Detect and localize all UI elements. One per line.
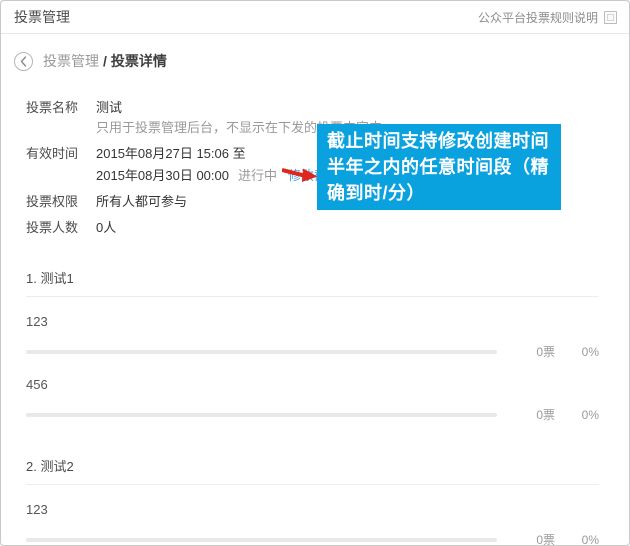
page-title: 投票管理: [14, 7, 70, 27]
option-name: 456: [26, 377, 599, 392]
breadcrumb: 投票管理/投票详情: [14, 51, 629, 71]
red-arrow-icon: [282, 166, 318, 183]
voter-count-label: 投票人数: [1, 218, 96, 238]
option-percent: 0%: [555, 533, 599, 546]
option-percent: 0%: [555, 408, 599, 422]
progress-bar: [26, 413, 497, 417]
breadcrumb-current: 投票详情: [111, 53, 167, 69]
vote-status: 进行中: [238, 168, 277, 183]
progress-bar: [26, 538, 497, 542]
option-percent: 0%: [555, 345, 599, 359]
vote-name-label: 投票名称: [1, 98, 96, 138]
vote-permission-value: 所有人都可参与: [96, 192, 187, 212]
valid-time-end: 2015年08月30日 00:00: [96, 168, 229, 183]
vote-permission-label: 投票权限: [1, 192, 96, 212]
option-item: 123 0票 0%: [26, 314, 599, 360]
form-row-voters: 投票人数 0人: [1, 218, 629, 238]
deadline-tooltip: 截止时间支持修改创建时间半年之内的任意时间段（精确到时/分）: [317, 124, 561, 210]
page-header: 投票管理 公众平台投票规则说明: [1, 1, 629, 34]
option-name: 123: [26, 314, 599, 329]
question-block: 1. 测试1 123 0票 0% 456 0票 0%: [26, 268, 599, 423]
vote-questions: 1. 测试1 123 0票 0% 456 0票 0% 2. 测试2: [26, 268, 599, 546]
option-votes: 0票: [497, 406, 555, 423]
valid-time-label: 有效时间: [1, 144, 96, 186]
external-doc-icon: [604, 11, 617, 24]
progress-bar: [26, 350, 497, 354]
chevron-left-icon: [20, 56, 27, 67]
voter-count-value: 0人: [96, 218, 116, 238]
back-button[interactable]: [14, 52, 33, 71]
question-title: 2. 测试2: [26, 456, 599, 485]
option-item: 456 0票 0%: [26, 377, 599, 423]
option-item: 123 0票 0%: [26, 502, 599, 546]
vote-detail-page: 投票管理 公众平台投票规则说明 投票管理/投票详情 投票名称 测试 只用于投票管…: [0, 0, 630, 546]
breadcrumb-parent-link[interactable]: 投票管理: [43, 53, 99, 69]
question-block: 2. 测试2 123 0票 0% 456 0票 0%: [26, 456, 599, 546]
vote-name-value: 测试: [96, 98, 382, 118]
breadcrumb-separator: /: [103, 53, 107, 69]
option-votes: 0票: [497, 531, 555, 546]
vote-rules-link-label: 公众平台投票规则说明: [478, 9, 598, 26]
vote-rules-link[interactable]: 公众平台投票规则说明: [478, 9, 617, 26]
option-name: 123: [26, 502, 599, 517]
option-votes: 0票: [497, 343, 555, 360]
question-title: 1. 测试1: [26, 268, 599, 297]
